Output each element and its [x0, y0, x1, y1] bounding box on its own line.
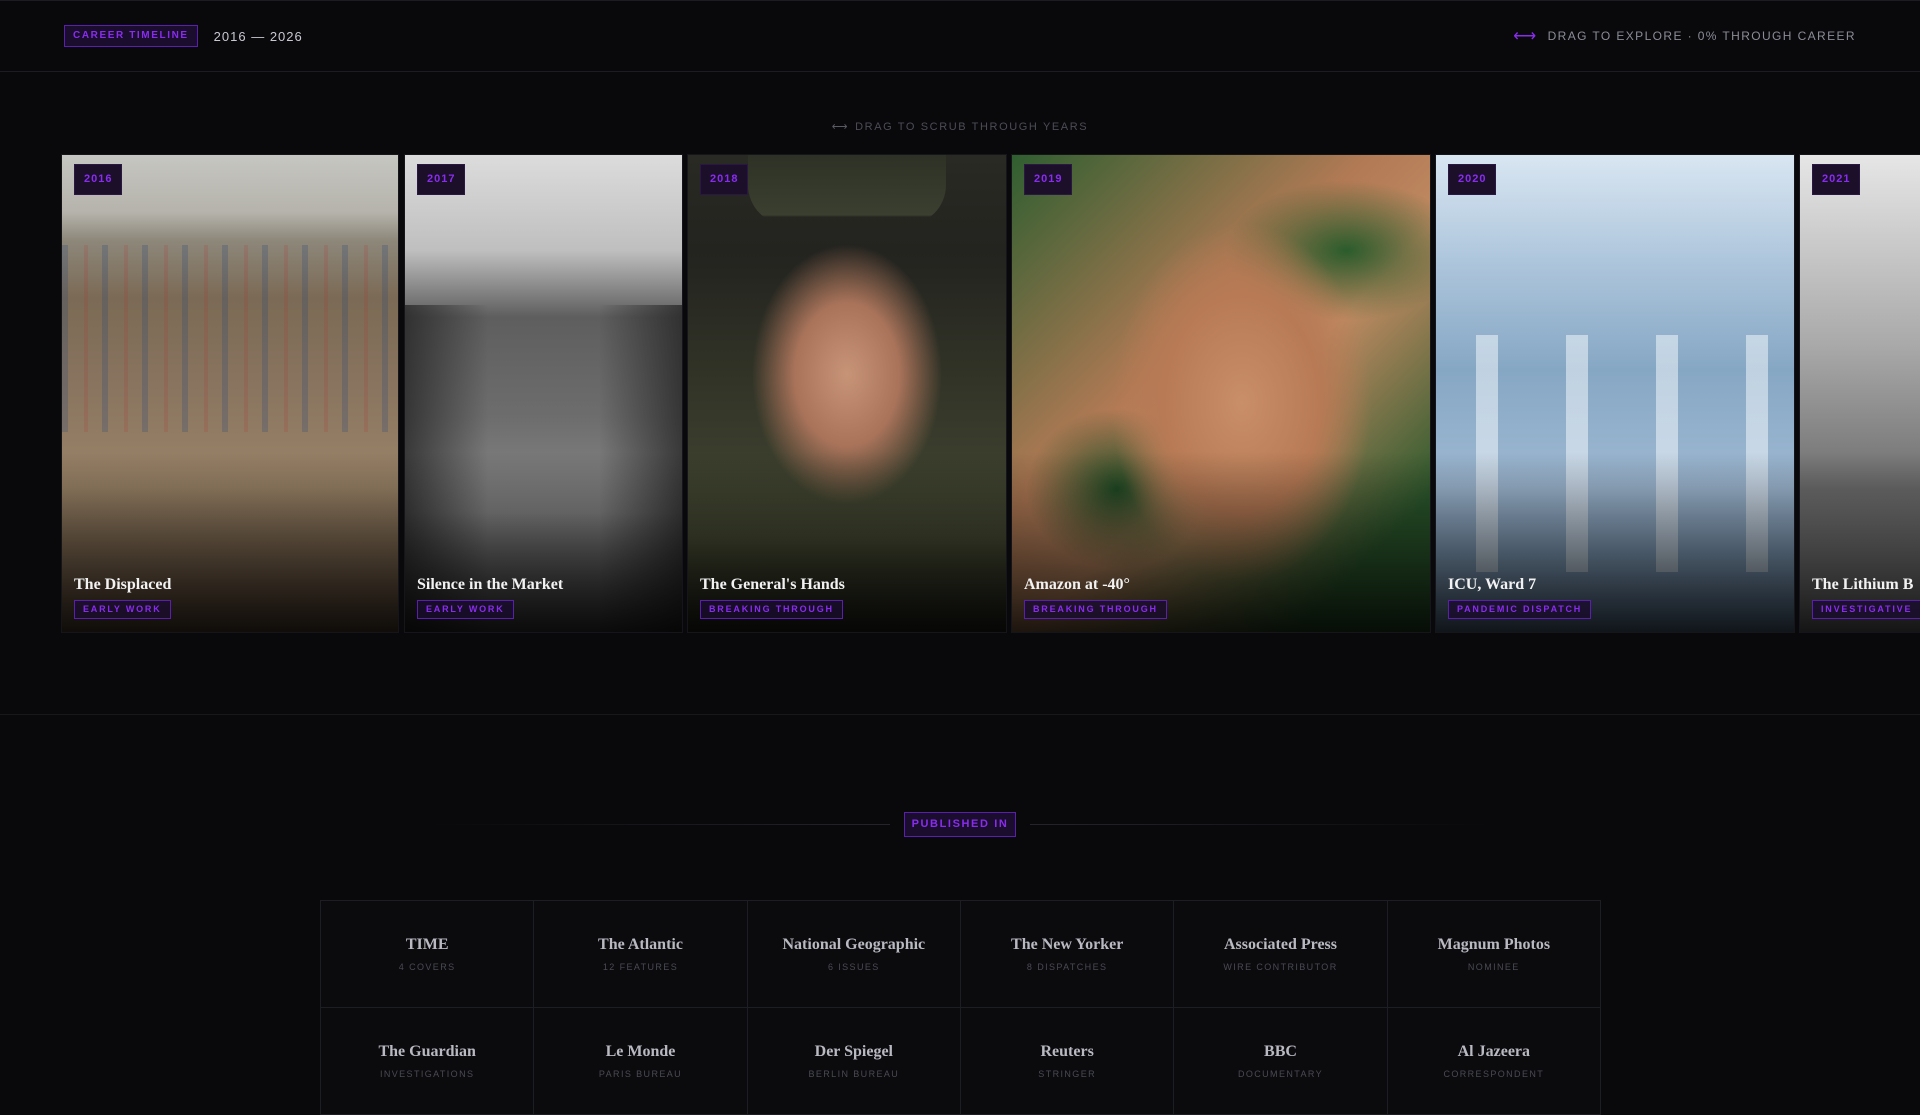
outlet-detail: BERLIN BUREAU: [808, 1069, 900, 1079]
card-year-badge: 2017: [417, 164, 466, 195]
outlet-detail: 8 DISPATCHES: [1026, 962, 1108, 972]
scrub-arrow-icon: ⟷: [831, 121, 850, 133]
outlet-detail: NOMINEE: [1467, 962, 1520, 972]
card-title: The Lithium B: [1812, 576, 1914, 593]
outlet-cell: The Guardian INVESTIGATIONS: [321, 1008, 535, 1115]
card-photo-texture: [62, 245, 398, 432]
outlet-name: The New Yorker: [1011, 936, 1124, 953]
outlet-grid: TIME 4 COVERS The Atlantic 12 FEATURES Nat…: [320, 900, 1601, 1115]
outlet-cell: Associated Press WIRE CONTRIBUTOR: [1174, 901, 1388, 1008]
top-bar: CAREER TIMELINE 2016 — 2026 ⟷ DRAG TO EX…: [0, 0, 1920, 72]
outlet-detail: PARIS BUREAU: [598, 1069, 683, 1079]
card-title: The General's Hands: [700, 576, 845, 593]
timeline-card[interactable]: 2017 Silence in the Market EARLY WORK: [404, 154, 683, 633]
outlet-cell: Le Monde PARIS BUREAU: [534, 1008, 748, 1115]
outlet-name: Reuters: [1040, 1043, 1094, 1060]
outlet-name: BBC: [1264, 1043, 1297, 1060]
card-year-badge: 2016: [74, 164, 123, 195]
career-timeline-badge: CAREER TIMELINE: [64, 25, 198, 47]
scrub-hint: ⟷ DRAG TO SCRUB THROUGH YEARS: [0, 120, 1920, 133]
card-tag: EARLY WORK: [417, 600, 514, 619]
outlet-detail: DOCUMENTARY: [1237, 1069, 1324, 1079]
timeline-strip[interactable]: 2016 The Displaced EARLY WORK 2017 Silen…: [0, 154, 1920, 633]
outlet-cell: The New Yorker 8 DISPATCHES: [960, 901, 1175, 1008]
card-cap: [748, 155, 946, 225]
published-in-badge: PUBLISHED IN: [904, 812, 1016, 837]
timeline-card[interactable]: 2018 The General's Hands BREAKING THROUG…: [687, 154, 1007, 633]
outlet-cell: Der Spiegel BERLIN BUREAU: [747, 1008, 961, 1115]
outlet-detail: 12 FEATURES: [602, 962, 679, 972]
card-tag: INVESTIGATIVE: [1812, 600, 1920, 619]
outlet-detail: STRINGER: [1038, 1069, 1096, 1079]
card-title: Silence in the Market: [417, 576, 564, 593]
outlet-detail: 4 COVERS: [398, 962, 456, 972]
outlet-name: National Geographic: [782, 936, 926, 953]
timeline-card[interactable]: 2019 Amazon at -40° BREAKING THROUGH: [1011, 154, 1431, 633]
top-bar-left: CAREER TIMELINE 2016 — 2026: [64, 25, 303, 47]
year-range: 2016 — 2026: [213, 28, 303, 44]
outlet-cell: The Atlantic 12 FEATURES: [534, 901, 748, 1008]
published-rule-right: [1030, 824, 1490, 825]
published-rule-left: [430, 824, 890, 825]
outlet-name: The Guardian: [378, 1043, 476, 1060]
outlet-name: Le Monde: [605, 1043, 676, 1060]
outlet-name: Al Jazeera: [1457, 1043, 1531, 1060]
timeline-card[interactable]: 2020 ICU, Ward 7 PANDEMIC DISPATCH: [1435, 154, 1795, 633]
card-year-badge: 2018: [700, 164, 749, 195]
timeline-card[interactable]: 2016 The Displaced EARLY WORK: [61, 154, 399, 633]
card-title: The Displaced: [74, 576, 172, 593]
card-year-badge: 2021: [1812, 164, 1861, 195]
section-divider: [0, 714, 1920, 715]
card-tag: EARLY WORK: [74, 600, 171, 619]
left-right-arrow-icon: ⟷: [1513, 28, 1538, 45]
outlet-detail: WIRE CONTRIBUTOR: [1223, 962, 1338, 972]
timeline-card[interactable]: 2021 The Lithium B INVESTIGATIVE: [1799, 154, 1920, 633]
card-year-badge: 2020: [1448, 164, 1497, 195]
card-year-badge: 2019: [1024, 164, 1073, 195]
outlet-detail: CORRESPONDENT: [1443, 1069, 1545, 1079]
outlet-detail: 6 ISSUES: [827, 962, 880, 972]
outlet-name: Der Spiegel: [814, 1043, 893, 1060]
outlet-name: Magnum Photos: [1437, 936, 1551, 953]
outlet-cell: TIME 4 COVERS: [321, 901, 535, 1008]
card-title: Amazon at -40°: [1024, 576, 1130, 593]
card-title: ICU, Ward 7: [1448, 576, 1537, 593]
scrub-hint-text: DRAG TO SCRUB THROUGH YEARS: [855, 121, 1089, 133]
outlet-cell: National Geographic 6 ISSUES: [747, 901, 961, 1008]
outlet-name: Associated Press: [1223, 936, 1337, 953]
outlet-cell: Reuters STRINGER: [960, 1008, 1175, 1115]
card-tag: BREAKING THROUGH: [1024, 600, 1167, 619]
card-tag: BREAKING THROUGH: [700, 600, 843, 619]
outlet-cell: BBC DOCUMENTARY: [1174, 1008, 1388, 1115]
outlet-cell: Magnum Photos NOMINEE: [1387, 901, 1601, 1008]
outlet-detail: INVESTIGATIONS: [379, 1069, 475, 1079]
explore-hint: ⟷ DRAG TO EXPLORE · 0% THROUGH CAREER: [1513, 26, 1856, 46]
explore-hint-text: DRAG TO EXPLORE · 0% THROUGH CAREER: [1547, 29, 1856, 43]
outlet-name: TIME: [405, 936, 449, 953]
outlet-cell: Al Jazeera CORRESPONDENT: [1387, 1008, 1601, 1115]
outlet-name: The Atlantic: [598, 936, 683, 953]
card-tag: PANDEMIC DISPATCH: [1448, 600, 1592, 619]
